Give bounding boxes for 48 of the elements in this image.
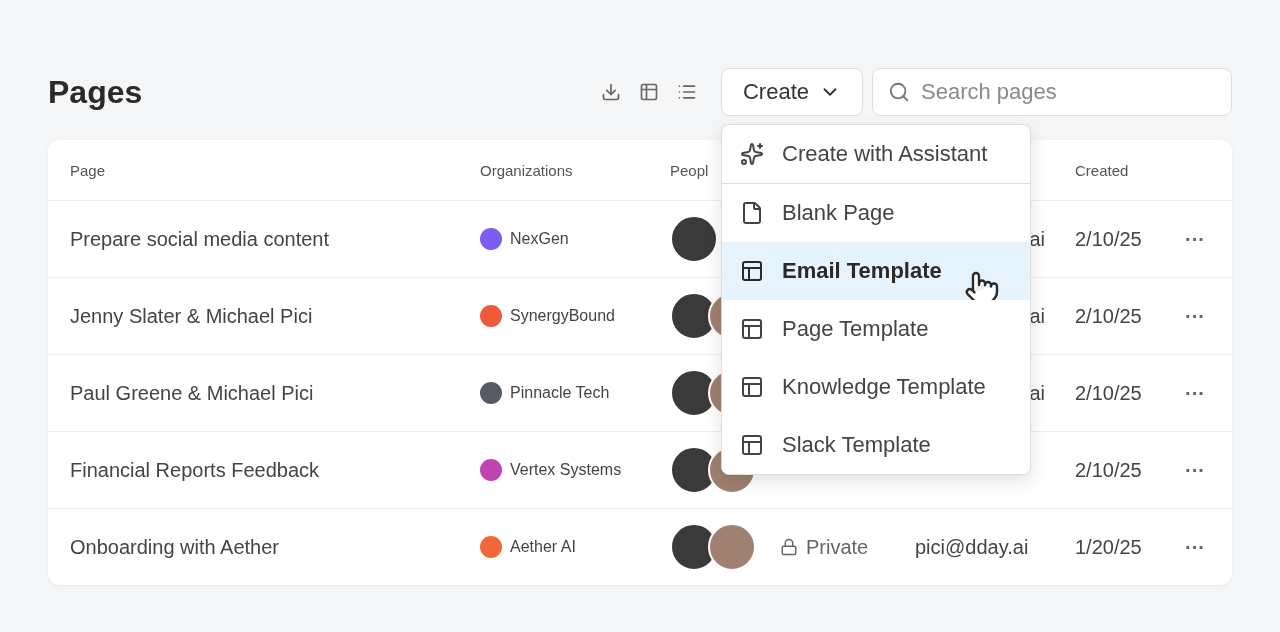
created-date: 2/10/25: [1075, 304, 1143, 328]
template-icon: [740, 375, 764, 399]
created-date: 2/10/25: [1075, 381, 1143, 405]
menu-item[interactable]: Slack Template: [722, 416, 1030, 474]
owner-email: pici@dday.ai: [915, 535, 1030, 559]
org-name: SynergyBound: [510, 307, 615, 325]
column-header: Page: [70, 161, 107, 179]
page-title: Paul Greene & Michael Pici: [70, 381, 315, 405]
menu-item[interactable]: Blank Page: [722, 184, 1030, 242]
owner-email: ai: [1029, 381, 1045, 405]
sparkle-icon: [740, 142, 764, 166]
more-icon[interactable]: ···: [1185, 381, 1232, 405]
more-icon[interactable]: ···: [1185, 227, 1232, 251]
lock-icon: [780, 538, 798, 556]
download-icon[interactable]: [601, 82, 621, 102]
page-title: Prepare social media content: [70, 227, 331, 251]
column-header: Created: [1075, 161, 1130, 179]
page-title: Jenny Slater & Michael Pici: [70, 304, 314, 328]
menu-item[interactable]: Knowledge Template: [722, 358, 1030, 416]
list-view-icon[interactable]: [677, 82, 697, 102]
org-name: NexGen: [510, 230, 569, 248]
page-title: Financial Reports Feedback: [70, 458, 320, 482]
owner-email: ai: [1029, 227, 1045, 251]
created-date: 1/20/25: [1075, 535, 1143, 559]
page-title: Onboarding with Aether: [70, 535, 281, 559]
menu-item[interactable]: Email Template: [722, 242, 1030, 300]
menu-item[interactable]: Create with Assistant: [722, 125, 1030, 184]
column-header: Organizations: [480, 161, 574, 179]
template-icon: [740, 433, 764, 457]
template-icon: [740, 317, 764, 341]
template-icon: [740, 259, 764, 283]
search-field[interactable]: Search pages: [872, 68, 1232, 116]
org-name: Vertex Systems: [510, 461, 622, 479]
org-name: Aether AI: [510, 538, 576, 556]
document-icon: [740, 201, 764, 225]
column-header: Peopl: [670, 161, 710, 179]
menu-item[interactable]: Page Template: [722, 300, 1030, 358]
created-date: 2/10/25: [1075, 458, 1143, 482]
created-date: 2/10/25: [1075, 227, 1143, 251]
page-heading: Pages: [48, 73, 144, 111]
table-view-icon[interactable]: [639, 82, 659, 102]
more-icon[interactable]: ···: [1185, 304, 1232, 328]
more-icon[interactable]: ···: [1185, 458, 1232, 482]
create-button[interactable]: Create: [721, 68, 863, 116]
more-icon[interactable]: ···: [1185, 535, 1232, 559]
visibility-label: Private: [806, 535, 869, 559]
owner-email: ai: [1029, 304, 1045, 328]
org-name: Pinnacle Tech: [510, 384, 610, 402]
